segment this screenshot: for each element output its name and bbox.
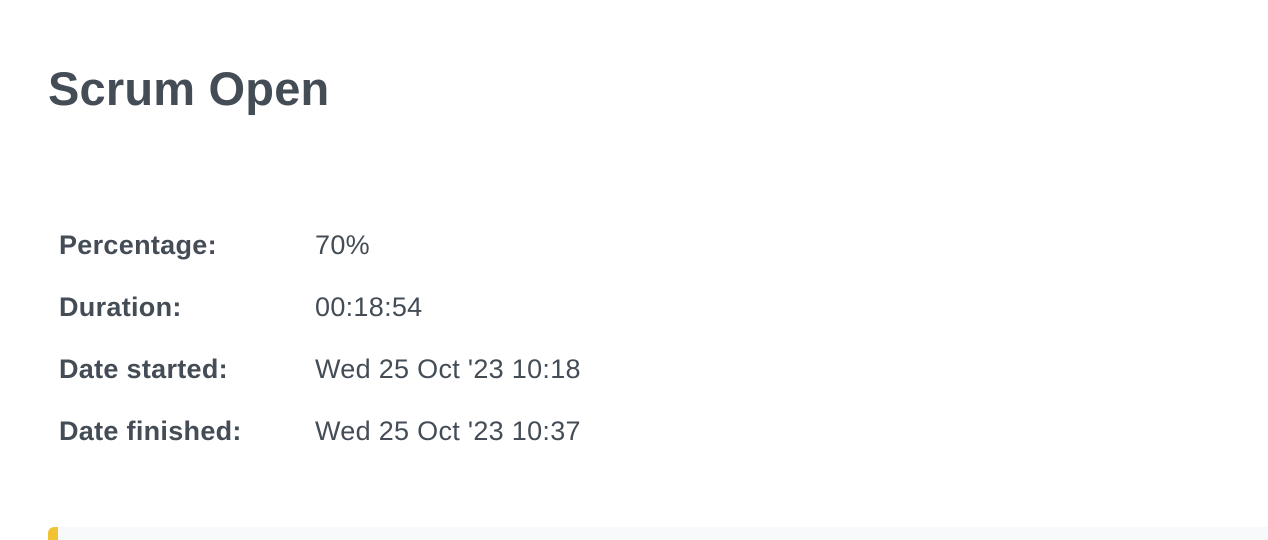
percentage-value: 70% <box>315 229 370 260</box>
result-panel <box>48 527 1268 540</box>
percentage-label: Percentage: <box>59 229 217 260</box>
date-finished-label: Date finished: <box>59 415 242 446</box>
date-started-label: Date started: <box>59 353 228 384</box>
date-finished-value: Wed 25 Oct '23 10:37 <box>315 415 581 446</box>
stats-row-duration: Duration: 00:18:54 <box>59 276 581 338</box>
stats-row-date-finished: Date finished: Wed 25 Oct '23 10:37 <box>59 400 581 462</box>
result-stats-table: Percentage: 70% Duration: 00:18:54 Date … <box>59 214 581 462</box>
duration-label: Duration: <box>59 291 182 322</box>
result-panel-accent-bar <box>48 527 58 540</box>
stats-row-date-started: Date started: Wed 25 Oct '23 10:18 <box>59 338 581 400</box>
duration-value: 00:18:54 <box>315 291 423 322</box>
stats-row-percentage: Percentage: 70% <box>59 214 581 276</box>
date-started-value: Wed 25 Oct '23 10:18 <box>315 353 581 384</box>
page-title: Scrum Open <box>48 62 330 115</box>
